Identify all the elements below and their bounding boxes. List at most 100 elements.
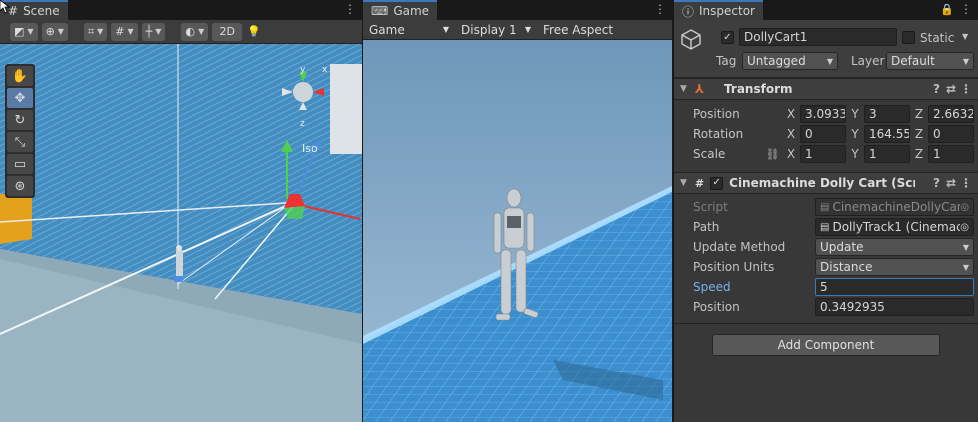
tag-dropdown[interactable]: Untagged ▼ — [742, 52, 838, 70]
chevron-down-icon[interactable]: ▼ — [962, 32, 968, 41]
update-method-label: Update Method — [693, 240, 786, 254]
component-menu-icon[interactable]: ⋮ — [960, 82, 972, 96]
rotation-y-field[interactable]: 164.55 — [864, 125, 910, 143]
dolly-cart-header[interactable]: ▼ # ✓ Cinemachine Dolly Cart (Script ? ⇄… — [674, 172, 978, 194]
position-x-field[interactable]: 3.0933 — [800, 105, 846, 123]
move-tool-button[interactable]: ✥ — [7, 88, 33, 108]
script-row: Script ▤ CinemachineDollyCart ◎ — [693, 197, 974, 217]
sphere-icon: ◐ — [185, 25, 196, 38]
help-icon[interactable]: ? — [933, 176, 940, 190]
info-icon: ⓘ — [682, 4, 695, 19]
rotation-x-field[interactable]: 0 — [800, 125, 846, 143]
transform-icon: ⊛ — [14, 178, 26, 194]
gizmo-label: Iso — [302, 142, 318, 155]
transform-header[interactable]: ▼ ⅄ Transform ? ⇄ ⋮ — [674, 78, 978, 100]
position-z-field[interactable]: 2.6632 — [928, 105, 974, 123]
snap-button[interactable]: ⌗ ▼ — [83, 22, 108, 41]
rotation-y-label[interactable]: Y — [850, 127, 860, 141]
scene-tab-bar: # Scene ⋮ — [0, 0, 362, 20]
orientation-button[interactable]: ⊕ ▼ — [41, 22, 68, 41]
scale-z-field[interactable]: 1 — [928, 145, 974, 163]
snap-icon: ⌗ — [87, 24, 95, 38]
hand-icon: ✋ — [11, 68, 29, 84]
position-y-field[interactable]: 3 — [864, 105, 910, 123]
speed-input[interactable]: 5 — [815, 278, 974, 296]
static-checkbox[interactable] — [902, 31, 915, 44]
grid-button[interactable]: # ▼ — [111, 22, 138, 41]
rotate-tool-button[interactable]: ↻ — [7, 110, 33, 130]
static-label: Static — [920, 31, 955, 45]
position-units-dropdown[interactable]: Distance ▼ — [815, 258, 974, 276]
chevron-down-icon: ▼ — [198, 27, 205, 36]
aspect-dropdown[interactable]: Free Aspect — [537, 23, 619, 37]
position-row: Position X 3.0933 Y3 Z 2.6632 — [693, 104, 974, 124]
path-field[interactable]: ▤ DollyTrack1 (Cinemac ◎ — [815, 218, 974, 236]
transform-icon: ⅄ — [694, 82, 705, 96]
chevron-down-icon: ▼ — [57, 27, 64, 36]
rect-tool-button[interactable]: ▭ — [7, 154, 33, 174]
foldout-arrow-icon: ▼ — [680, 178, 687, 188]
dolly-enabled-checkbox[interactable]: ✓ — [710, 176, 724, 190]
scale-tool-button[interactable]: ⤡ — [7, 132, 33, 152]
tab-scene[interactable]: # Scene — [0, 0, 68, 20]
toggle-2d-button[interactable]: 2D — [212, 22, 243, 41]
scale-y-label[interactable]: Y — [850, 147, 860, 161]
add-component-button[interactable]: Add Component — [712, 334, 940, 356]
more-icon[interactable]: ⋮ — [654, 2, 666, 16]
tab-game[interactable]: ⌨ Game — [363, 0, 438, 20]
shading-mode-button[interactable]: ◐ ▼ — [181, 22, 209, 41]
object-header: ✓ DollyCart1 Static ▼ Tag Untagged ▼ Laye… — [674, 20, 978, 78]
position-y-label[interactable]: Y — [850, 107, 860, 121]
move-icon: ✥ — [14, 90, 26, 106]
preset-icon[interactable]: ⇄ — [946, 82, 956, 96]
update-method-dropdown[interactable]: Update ▼ — [815, 238, 974, 256]
more-icon[interactable]: ⋮ — [960, 2, 972, 16]
rotation-label: Rotation — [693, 127, 744, 141]
scene-viewport[interactable]: y x z Iso ✋ ✥ ↻ ⤡ ▭ ⊛ — [0, 44, 362, 422]
game-mode-dropdown[interactable]: Game ▼ — [363, 23, 455, 37]
grid-toggle-icon: # — [115, 25, 125, 38]
more-icon[interactable]: ⋮ — [344, 2, 356, 16]
lock-icon[interactable]: 🔒 — [940, 3, 954, 16]
link-icon[interactable]: ⛓ — [766, 148, 786, 161]
position-x-label[interactable]: X — [786, 107, 796, 121]
scale-label: Scale — [693, 147, 726, 161]
display-dropdown[interactable]: Display 1 ▼ — [455, 23, 537, 37]
svg-text:z: z — [300, 119, 305, 129]
game-toolbar: Game ▼ Display 1 ▼ Free Aspect — [363, 20, 672, 40]
object-picker-icon[interactable]: ◎ — [960, 222, 969, 233]
scale-x-label[interactable]: X — [786, 147, 796, 161]
rotation-z-field[interactable]: 0 — [928, 125, 974, 143]
scale-y-field[interactable]: 1 — [864, 145, 910, 163]
scale-x-field[interactable]: 1 — [800, 145, 846, 163]
inspector-tab-bar: ⓘ Inspector 🔒 ⋮ — [674, 0, 978, 20]
rotation-z-label[interactable]: Z — [914, 127, 924, 141]
chevron-down-icon: ▼ — [127, 27, 134, 36]
transform-tool-button[interactable]: ⊛ — [7, 176, 33, 196]
help-icon[interactable]: ? — [933, 82, 940, 96]
chevron-down-icon: ▼ — [962, 262, 969, 272]
chevron-down-icon: ▼ — [826, 56, 833, 66]
tab-inspector[interactable]: ⓘ Inspector — [674, 0, 763, 20]
game-viewport[interactable] — [363, 40, 672, 422]
increment-snap-button[interactable]: ┼ ▼ — [141, 22, 166, 41]
preset-icon[interactable]: ⇄ — [946, 176, 956, 190]
rotation-x-label[interactable]: X — [786, 127, 796, 141]
layer-dropdown[interactable]: Default ▼ — [886, 52, 974, 70]
position-z-label[interactable]: Z — [914, 107, 924, 121]
hand-tool-button[interactable]: ✋ — [7, 66, 33, 86]
draw-mode-button[interactable]: ◩ ▼ — [10, 22, 38, 41]
scale-z-label[interactable]: Z — [914, 147, 924, 161]
cart-position-field[interactable]: 0.3492935 — [815, 298, 974, 316]
rect-icon: ▭ — [13, 156, 27, 172]
inspector-panel: ⓘ Inspector 🔒 ⋮ ✓ DollyCart1 Static ▼ Ta… — [674, 0, 978, 422]
path-label: Path — [693, 220, 720, 234]
component-menu-icon[interactable]: ⋮ — [960, 176, 972, 190]
script-icon: # — [694, 176, 705, 190]
object-name-field[interactable]: DollyCart1 — [739, 28, 897, 46]
lighting-button[interactable]: 💡 — [246, 23, 262, 41]
game-render — [363, 40, 672, 422]
rotate-icon: ↻ — [14, 112, 26, 128]
shading-icon: ◩ — [14, 25, 25, 38]
active-checkbox[interactable]: ✓ — [721, 31, 734, 44]
